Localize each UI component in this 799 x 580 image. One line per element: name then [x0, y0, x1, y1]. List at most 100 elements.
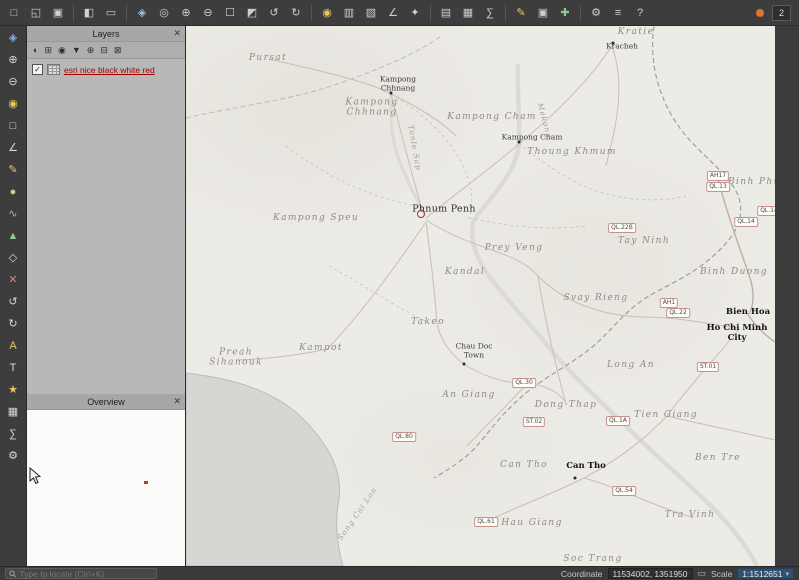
map-canvas[interactable]: KratieKrachehPursatKampongChhnangKampong… — [186, 26, 775, 566]
toolbar-separator — [505, 5, 506, 21]
deselect-features-icon[interactable]: ▧ — [361, 4, 381, 22]
layer-visibility-checkbox[interactable]: ✓ — [32, 64, 43, 75]
add-point-feature-icon[interactable]: ● — [4, 184, 22, 199]
zoom-full-icon[interactable]: ☐ — [220, 4, 240, 22]
close-icon[interactable]: ✕ — [173, 27, 181, 40]
attributes-table-icon[interactable]: ▦ — [458, 4, 478, 22]
measure-line-icon[interactable]: ∠ — [4, 140, 22, 155]
map-label-hau-giang: Hau Giang — [501, 518, 562, 528]
scale-value[interactable]: 1:1512651 ▾ — [737, 568, 794, 579]
overview-extent-marker — [144, 481, 148, 484]
collapse-all-icon[interactable]: ⊟ — [100, 46, 108, 55]
zoom-out-icon[interactable]: ⊖ — [4, 74, 22, 89]
map-label-bien-hoa: Bien Hoa — [726, 308, 770, 318]
map-label-thoung-khmum: Thoung Khmum — [527, 147, 617, 157]
project-open-icon[interactable]: ◱ — [26, 4, 46, 22]
layer-labeling-icon[interactable]: A — [4, 338, 22, 353]
right-edge-strip — [775, 26, 799, 566]
select-features-icon[interactable]: □ — [4, 118, 22, 133]
field-calculator-icon[interactable]: ∑ — [480, 4, 500, 22]
new-layout-icon[interactable]: ▤ — [436, 4, 456, 22]
layout-manager-icon[interactable]: ▭ — [101, 4, 121, 22]
layers-panel-header: Layers ✕ — [27, 26, 185, 42]
zoom-to-selection-icon[interactable]: ◩ — [242, 4, 262, 22]
add-feature-icon[interactable]: ✚ — [555, 4, 575, 22]
map-label-binh-phuoc: Binh Phuoc — [728, 177, 775, 187]
overview-map-body[interactable] — [27, 410, 185, 566]
map-label-st-02: ST.02 — [523, 417, 545, 427]
status-bar: Coordinate 11534002, 1351950 ▭ Scale 1:1… — [0, 566, 799, 580]
extents-icon[interactable]: ▭ — [698, 568, 707, 579]
zoom-in-icon[interactable]: ⊕ — [176, 4, 196, 22]
annotations-icon[interactable]: T — [4, 360, 22, 375]
messages-badge[interactable]: 2 — [772, 5, 791, 21]
close-icon[interactable]: ✕ — [173, 395, 181, 408]
style-manager-icon[interactable]: ◧ — [79, 4, 99, 22]
map-label-ql-1a: QL.1A — [606, 416, 630, 426]
open-layer-styling-icon[interactable]: ◐ — [33, 46, 38, 55]
pan-to-selection-icon[interactable]: ◎ — [154, 4, 174, 22]
map-label-chau-doc-town: Chau DocTown — [456, 342, 493, 359]
filter-legend-icon[interactable]: ▼ — [72, 46, 81, 55]
manage-map-themes-icon[interactable]: ◉ — [58, 46, 66, 55]
map-label-kratie: Kratie — [618, 27, 655, 37]
remove-layer-icon[interactable]: ⊠ — [114, 46, 122, 55]
zoom-last-icon[interactable]: ↺ — [264, 4, 284, 22]
new-bookmark-icon[interactable]: ★ — [4, 382, 22, 397]
map-label-ql-61: QL.61 — [474, 517, 498, 527]
map-label-binh-duong: Binh Duong — [700, 267, 768, 277]
add-group-icon[interactable]: ⊞ — [44, 46, 52, 55]
map-label-kracheh: Kracheh — [606, 43, 638, 52]
toggle-editing-icon[interactable]: ✎ — [4, 162, 22, 177]
field-calculator-icon[interactable]: ∑ — [4, 426, 22, 441]
map-label-svay-rieng: Svay Rieng — [563, 293, 628, 303]
map-label-soc-trang: Soc Trang — [563, 554, 622, 564]
zoom-in-icon[interactable]: ⊕ — [4, 52, 22, 67]
project-new-icon[interactable]: □ — [4, 4, 24, 22]
pan-map-icon[interactable]: ◈ — [4, 30, 22, 45]
save-edits-icon[interactable]: ▣ — [533, 4, 553, 22]
measure-line-icon[interactable]: ∠ — [383, 4, 403, 22]
python-console-icon[interactable]: ≡ — [608, 4, 628, 22]
locate-input[interactable] — [19, 569, 153, 579]
options-icon[interactable]: ⚙ — [4, 448, 22, 463]
add-polygon-feature-icon[interactable]: ▲ — [4, 228, 22, 243]
map-label-can-tho: Can Tho — [566, 462, 606, 472]
attributes-table-icon[interactable]: ▦ — [4, 404, 22, 419]
vertex-tool-icon[interactable]: ◇ — [4, 250, 22, 265]
pan-map-icon[interactable]: ◈ — [132, 4, 152, 22]
map-label-ql-14: QL.14 — [734, 217, 758, 227]
layer-type-icon — [47, 64, 60, 75]
layer-row[interactable]: ✓ esri nice black white red — [32, 64, 180, 75]
notification-dot-icon[interactable] — [756, 9, 764, 17]
map-label-kampong-chhnang: KampongChhnang — [380, 75, 416, 92]
map-basemap-svg — [186, 26, 775, 566]
help-icon[interactable]: ? — [630, 4, 650, 22]
map-tips-icon[interactable]: ✦ — [405, 4, 425, 22]
project-save-icon[interactable]: ▣ — [48, 4, 68, 22]
map-label-can-tho: Can Tho — [500, 460, 548, 470]
locate-bar[interactable] — [5, 568, 157, 579]
zoom-out-icon[interactable]: ⊖ — [198, 4, 218, 22]
coordinate-value[interactable]: 11534002, 1351950 — [608, 568, 693, 579]
layer-name[interactable]: esri nice black white red — [64, 65, 155, 75]
toggle-editing-icon[interactable]: ✎ — [511, 4, 531, 22]
map-label-pursat: Pursat — [249, 53, 287, 63]
search-icon — [9, 570, 16, 578]
redo-icon[interactable]: ↻ — [4, 316, 22, 331]
add-line-feature-icon[interactable]: ∿ — [4, 206, 22, 221]
layers-list: ✓ esri nice black white red — [27, 59, 185, 394]
map-label-tra-vinh: Tra Vinh — [665, 510, 716, 520]
delete-selected-icon[interactable]: ✕ — [4, 272, 22, 287]
identify-features-icon[interactable]: ◉ — [4, 96, 22, 111]
select-features-icon[interactable]: ▥ — [339, 4, 359, 22]
map-label-ql-13: QL.13 — [706, 182, 730, 192]
plugins-icon[interactable]: ⚙ — [586, 4, 606, 22]
zoom-next-icon[interactable]: ↻ — [286, 4, 306, 22]
left-toolbar: ◈ ⊕ ⊖ ◉ □ ∠ ✎ ● ∿ ▲ ◇ ✕ ↺ ↻ AT ★ ▦ ∑ ⚙ — [0, 26, 27, 566]
toolbar-separator — [126, 5, 127, 21]
expand-all-icon[interactable]: ⊕ — [87, 46, 95, 55]
identify-features-icon[interactable]: ◉ — [317, 4, 337, 22]
undo-icon[interactable]: ↺ — [4, 294, 22, 309]
map-label-preah-sihanouk: PreahSihanouk — [209, 348, 263, 369]
